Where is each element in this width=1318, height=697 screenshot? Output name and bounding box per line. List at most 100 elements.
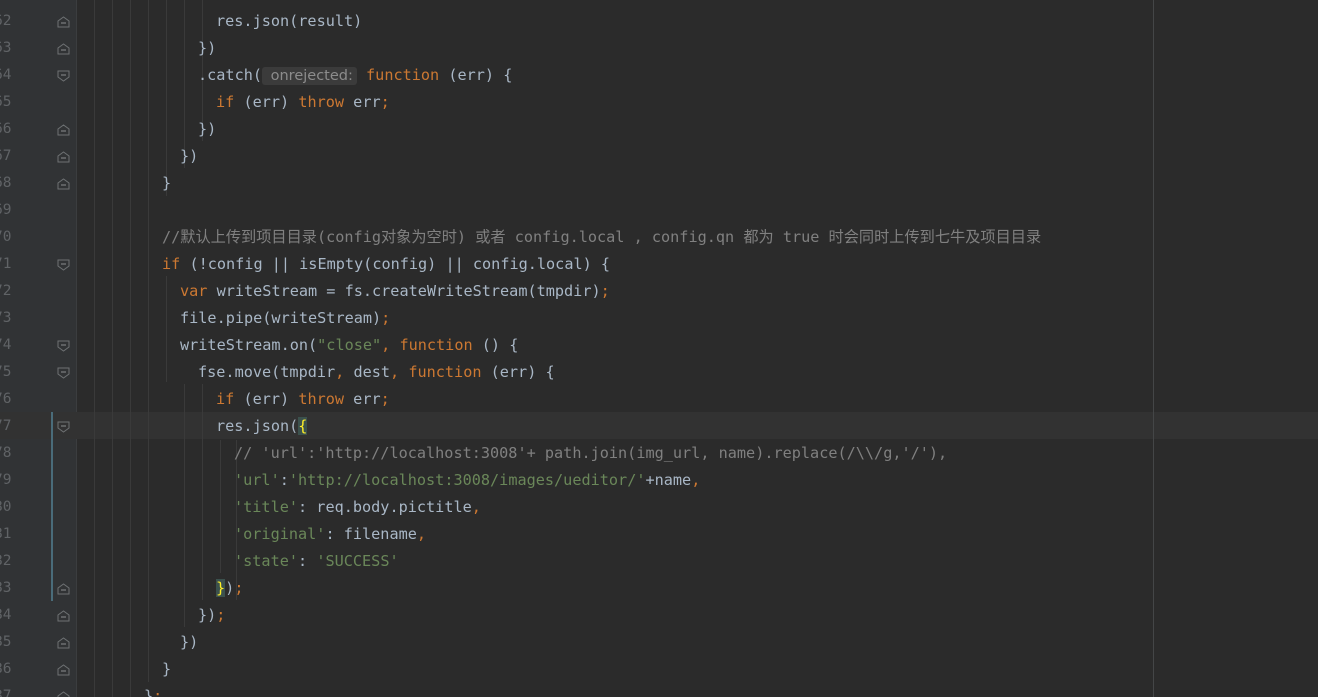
code-line[interactable]: 86} xyxy=(0,656,1318,683)
code-text: res.json(result) xyxy=(216,8,362,35)
line-number: 76 xyxy=(0,391,12,407)
fold-end-icon[interactable] xyxy=(57,691,70,697)
code-line[interactable]: 64 .catch( onrejected: function (err) { xyxy=(0,62,1318,89)
code-text: file.pipe(writeStream); xyxy=(180,305,390,332)
fold-end-icon[interactable] xyxy=(57,637,70,649)
code-token: } xyxy=(216,579,226,597)
code-line[interactable]: 72 var writeStream = fs.createWriteStream… xyxy=(0,278,1318,305)
line-number: 62 xyxy=(0,13,12,29)
code-line[interactable]: 75 fse.move(tmpdir, dest, function (err) … xyxy=(0,359,1318,386)
fold-end-icon[interactable] xyxy=(57,664,70,676)
code-text: 'original': filename, xyxy=(234,521,426,548)
code-line[interactable]: 73 file.pipe(writeStream); xyxy=(0,305,1318,332)
code-token: , xyxy=(416,525,427,543)
code-line[interactable]: 87}; xyxy=(0,683,1318,697)
line-number: 79 xyxy=(0,472,12,488)
code-text: if (err) throw err; xyxy=(216,386,390,413)
code-token: : xyxy=(298,552,317,570)
code-token: throw xyxy=(298,390,345,408)
code-line[interactable]: 78 // 'url':'http://localhost:3008'+ path… xyxy=(0,440,1318,467)
line-number: 81 xyxy=(0,526,12,542)
code-token: }) xyxy=(198,39,217,57)
code-text: 'url':'http://localhost:3008/images/uedi… xyxy=(234,467,700,494)
code-line[interactable]: 70 //默认上传到项目目录(config对象为空时) 或者 config.loc… xyxy=(0,224,1318,251)
code-text: }; xyxy=(144,683,162,697)
line-number: 72 xyxy=(0,283,12,299)
code-token: ; xyxy=(153,687,163,697)
code-token: }) xyxy=(198,120,217,138)
code-token: if xyxy=(162,255,181,273)
code-line[interactable]: 81 'original': filename, xyxy=(0,521,1318,548)
line-number: 86 xyxy=(0,661,12,677)
code-line[interactable]: 74 writeStream.on("close", function () { xyxy=(0,332,1318,359)
code-line[interactable]: 76 if (err) throw err; xyxy=(0,386,1318,413)
fold-open-icon[interactable] xyxy=(57,421,70,433)
fold-end-icon[interactable] xyxy=(57,43,70,55)
code-token: } xyxy=(162,174,172,192)
fold-end-icon[interactable] xyxy=(57,124,70,136)
code-line[interactable]: 63}) xyxy=(0,35,1318,62)
code-token: 'title' xyxy=(234,498,299,516)
code-token: : xyxy=(279,471,289,489)
fold-end-icon[interactable] xyxy=(57,583,70,595)
code-token: ) xyxy=(225,579,235,597)
code-line[interactable]: 77 res.json({ xyxy=(0,413,1318,440)
code-line[interactable]: 65 if (err) throw err; xyxy=(0,89,1318,116)
code-token: ; xyxy=(380,93,390,111)
code-line[interactable]: 85}) xyxy=(0,629,1318,656)
line-number: 84 xyxy=(0,607,12,623)
code-token: res.json( xyxy=(216,417,299,435)
code-line[interactable]: 82 'state': 'SUCCESS' xyxy=(0,548,1318,575)
line-number: 75 xyxy=(0,364,12,380)
code-text: }) xyxy=(180,629,198,656)
fold-open-icon[interactable] xyxy=(57,70,70,82)
code-editor[interactable]: 62 res.json(result) 63}) 64 .catch( onreject… xyxy=(0,0,1318,697)
code-token: if xyxy=(216,93,235,111)
code-token: ; xyxy=(380,390,390,408)
code-token: if xyxy=(216,390,235,408)
code-line[interactable]: 62 res.json(result) xyxy=(0,8,1318,35)
code-token: }) xyxy=(180,147,199,165)
code-token: } xyxy=(162,660,172,678)
code-token: } xyxy=(144,687,154,697)
code-line[interactable]: 80 'title': req.body.pictitle, xyxy=(0,494,1318,521)
fold-end-icon[interactable] xyxy=(57,610,70,622)
code-token: function xyxy=(408,363,482,381)
line-number: 67 xyxy=(0,148,12,164)
code-text: 'title': req.body.pictitle, xyxy=(234,494,481,521)
code-line[interactable]: 79 'url':'http://localhost:3008/images/ue… xyxy=(0,467,1318,494)
code-text: }); xyxy=(216,575,243,602)
code-text: //默认上传到项目目录(config对象为空时) 或者 config.local… xyxy=(162,224,1041,251)
code-token: (err) xyxy=(234,93,299,111)
code-line[interactable]: 67}) xyxy=(0,143,1318,170)
code-line[interactable]: 71 if (!config || isEmpty(config) || conf… xyxy=(0,251,1318,278)
code-line[interactable]: 68} xyxy=(0,170,1318,197)
code-line[interactable]: 83}); xyxy=(0,575,1318,602)
line-number: 83 xyxy=(0,580,12,596)
code-token: err xyxy=(344,93,381,111)
code-token: throw xyxy=(298,93,345,111)
code-line[interactable]: 66}) xyxy=(0,116,1318,143)
fold-open-icon[interactable] xyxy=(57,259,70,271)
fold-end-icon[interactable] xyxy=(57,151,70,163)
code-token: ; xyxy=(234,579,244,597)
code-token: 'SUCCESS' xyxy=(316,552,399,570)
line-number: 87 xyxy=(0,688,12,697)
fold-open-icon[interactable] xyxy=(57,367,70,379)
code-token: , xyxy=(381,336,400,354)
code-text: writeStream.on("close", function () { xyxy=(180,332,518,359)
code-token: (!config || isEmpty(config) || config.lo… xyxy=(180,255,611,273)
code-text: if (!config || isEmpty(config) || config… xyxy=(162,251,610,278)
code-token: function xyxy=(399,336,473,354)
fold-open-icon[interactable] xyxy=(57,340,70,352)
code-line[interactable]: 69 xyxy=(0,197,1318,224)
code-token: (err) { xyxy=(439,66,513,84)
fold-end-icon[interactable] xyxy=(57,16,70,28)
code-token: () { xyxy=(472,336,519,354)
line-number: 82 xyxy=(0,553,12,569)
code-line[interactable]: 84}); xyxy=(0,602,1318,629)
code-token: : req.body.pictitle xyxy=(298,498,472,516)
line-number: 73 xyxy=(0,310,12,326)
fold-end-icon[interactable] xyxy=(57,178,70,190)
